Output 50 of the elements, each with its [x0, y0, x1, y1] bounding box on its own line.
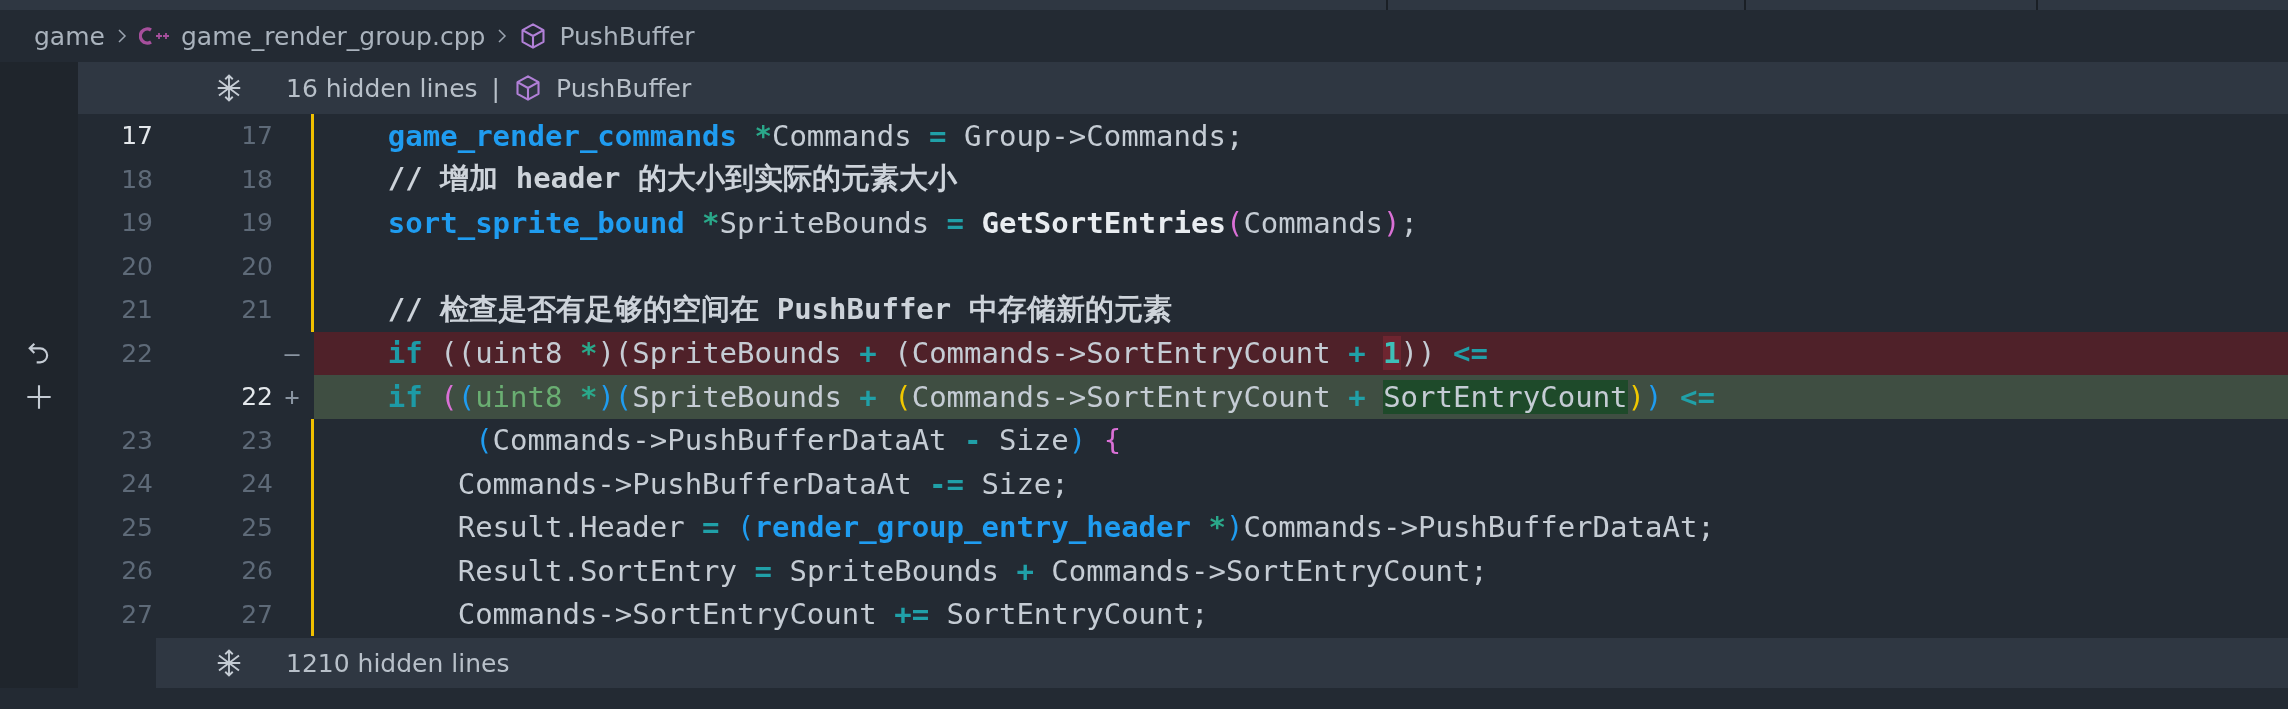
chevron-icon [116, 28, 127, 44]
code-line: sort_sprite_bound *SpriteBounds = GetSortEntries(Commands); [386, 205, 1418, 240]
line-number: 25 [121, 512, 153, 542]
line-number: 24 [121, 469, 153, 499]
cube-icon [514, 74, 543, 102]
code-line: if ((uint8 *)(SpriteBounds + (Commands->SortEntryCount + SortEntryCount)) <= [386, 379, 1715, 414]
line-number: 17 [121, 121, 153, 151]
line-number: 23 [241, 425, 273, 455]
line-number: 26 [121, 556, 153, 586]
line-number: 19 [121, 208, 153, 238]
line-number: 17 [241, 121, 273, 151]
line-number: 24 [241, 469, 273, 499]
line-number: 21 [241, 295, 273, 325]
code-line: if ((uint8 *)(SpriteBounds + (Commands->SortEntryCount + 1)) <= [386, 336, 1488, 371]
separator: | [491, 73, 501, 103]
code-line: Result.Header = (render_group_entry_header *)Commands->PushBufferDataAt; [456, 510, 1715, 545]
code-line: Commands->PushBufferDataAt -= Size; [456, 466, 1069, 501]
line-number: 20 [241, 251, 273, 281]
line-number: 26 [241, 556, 273, 586]
line-number: 22 [241, 382, 273, 412]
breadcrumb-item[interactable]: game [34, 21, 105, 51]
hidden-lines-bar[interactable]: 1210 hidden lines [156, 638, 2288, 688]
line-number: 18 [121, 164, 153, 194]
breadcrumb-item[interactable]: game_render_group.cpp [180, 21, 486, 51]
breadcrumb-item[interactable]: PushBuffer [559, 21, 695, 51]
line-number: 18 [241, 164, 273, 194]
line-number: 23 [121, 425, 153, 455]
plus-icon[interactable] [25, 382, 53, 411]
cpp-file-icon [138, 26, 169, 46]
line-number: 21 [121, 295, 153, 325]
code-line: // 增加 header 的大小到实际的元素大小 [386, 160, 957, 198]
code-line: // 检查是否有足够的空间在 PushBuffer 中存储新的元素 [386, 290, 1172, 328]
diff-marker: — [284, 338, 300, 368]
line-number: 20 [121, 251, 153, 281]
line-number: 27 [121, 599, 153, 629]
hidden-lines-bar[interactable]: 16 hidden lines | PushBuffer [78, 62, 2288, 114]
hidden-lines-label: 16 hidden lines [286, 73, 478, 103]
hidden-lines-label: 1210 hidden lines [286, 648, 510, 678]
code-line: Commands->SortEntryCount += SortEntryCount; [456, 597, 1209, 632]
line-number: 25 [241, 512, 273, 542]
code-line: game_render_commands *Commands = Group->Commands; [386, 118, 1244, 153]
chevron-icon [497, 28, 508, 44]
symbol-label: PushBuffer [556, 73, 692, 103]
line-number: 22 [121, 338, 153, 368]
diff-marker: + [284, 382, 300, 412]
code-line: Result.SortEntry = SpriteBounds + Commands->SortEntryCount; [456, 553, 1488, 588]
line-number: 19 [241, 208, 273, 238]
line-number: 27 [241, 599, 273, 629]
cube-icon [519, 22, 548, 50]
code-line: (Commands->PushBufferDataAt - Size) { [474, 423, 1122, 458]
